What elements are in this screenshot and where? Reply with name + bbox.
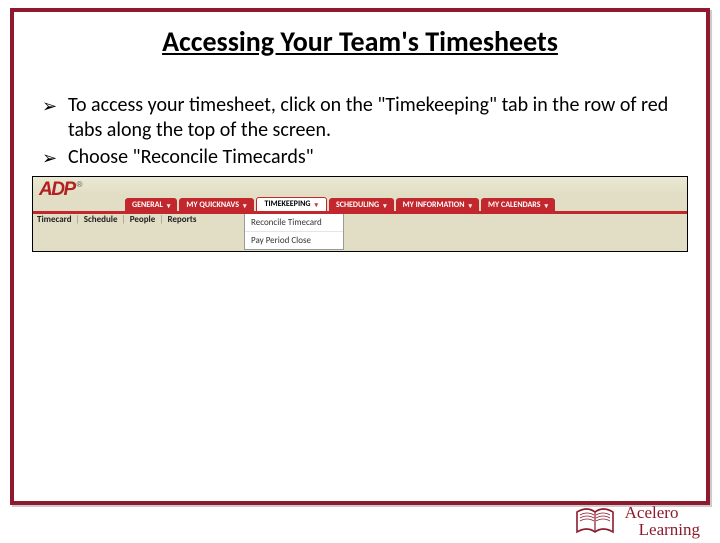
list-item: ➢ Choose "Reconcile Timecards" <box>42 145 688 170</box>
subnav-reports[interactable]: Reports <box>167 214 196 225</box>
tab-general[interactable]: GENERAL ▾ <box>125 198 177 211</box>
embedded-screenshot: ADP® GENERAL ▾ MY QUICKNAVS ▾ TIMEKEEPIN… <box>32 176 688 252</box>
dropdown-item-payperiod[interactable]: Pay Period Close <box>245 232 343 249</box>
adp-logo: ADP® <box>39 180 81 199</box>
tab-quicknavs[interactable]: MY QUICKNAVS ▾ <box>179 198 253 211</box>
subnav-timecard[interactable]: Timecard <box>37 214 72 225</box>
trademark-icon: ® <box>77 181 81 189</box>
tab-my-calendars[interactable]: MY CALENDARS ▾ <box>481 198 555 211</box>
footer-brand: Acelero Learning <box>625 504 700 538</box>
chevron-down-icon: ▾ <box>243 202 247 209</box>
bullet-list: ➢ To access your timesheet, click on the… <box>32 93 688 170</box>
chevron-down-icon: ▾ <box>545 202 549 209</box>
chevron-down-icon: ▾ <box>314 201 318 208</box>
timekeeping-dropdown: Reconcile Timecard Pay Period Close <box>244 214 344 250</box>
book-icon <box>573 504 617 538</box>
adp-logo-text: ADP <box>39 180 75 199</box>
tab-label: TIMEKEEPING <box>265 200 311 208</box>
footer-line2: Learning <box>625 521 700 538</box>
list-item: ➢ To access your timesheet, click on the… <box>42 93 688 143</box>
slide-content: Accessing Your Team's Timesheets ➢ To ac… <box>14 12 706 252</box>
bullet-arrow-icon: ➢ <box>42 93 68 143</box>
tab-timekeeping[interactable]: TIMEKEEPING ▾ <box>256 197 327 211</box>
chevron-down-icon: ▾ <box>383 202 387 209</box>
separator: | <box>76 214 80 225</box>
tab-label: GENERAL <box>132 201 163 209</box>
footer-logo: Acelero Learning <box>573 504 700 538</box>
slide-frame: Accessing Your Team's Timesheets ➢ To ac… <box>10 8 710 505</box>
subnav-schedule[interactable]: Schedule <box>84 214 118 225</box>
chevron-down-icon: ▾ <box>468 202 472 209</box>
tab-label: SCHEDULING <box>336 201 379 209</box>
tab-my-information[interactable]: MY INFORMATION ▾ <box>396 198 479 211</box>
bullet-text: Choose "Reconcile Timecards" <box>68 145 688 170</box>
bullet-arrow-icon: ➢ <box>42 145 68 170</box>
tab-label: MY QUICKNAVS <box>186 201 239 209</box>
sub-nav: Timecard | Schedule | People | Reports <box>37 214 196 225</box>
tab-scheduling[interactable]: SCHEDULING ▾ <box>329 198 394 211</box>
tab-row: GENERAL ▾ MY QUICKNAVS ▾ TIMEKEEPING ▾ S… <box>125 195 683 211</box>
bullet-text: To access your timesheet, click on the "… <box>68 93 688 143</box>
dropdown-item-reconcile[interactable]: Reconcile Timecard <box>245 214 343 232</box>
tab-label: MY CALENDARS <box>488 201 541 209</box>
separator: | <box>122 214 126 225</box>
subnav-people[interactable]: People <box>130 214 156 225</box>
chevron-down-icon: ▾ <box>167 202 171 209</box>
tab-label: MY INFORMATION <box>403 201 465 209</box>
footer-line1: Acelero <box>625 504 700 521</box>
screenshot-header-bg <box>33 177 687 195</box>
page-title: Accessing Your Team's Timesheets <box>32 24 688 59</box>
separator: | <box>159 214 163 225</box>
